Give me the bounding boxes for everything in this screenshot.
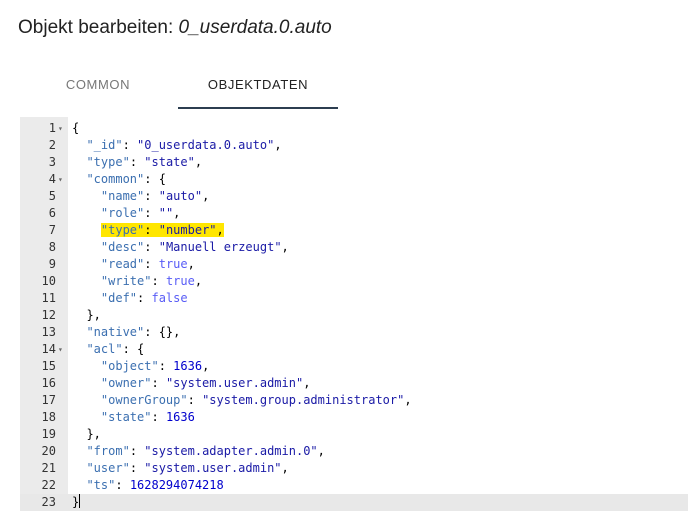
code-line[interactable]: 9 "read": true, [20,256,688,273]
code-line[interactable]: 14 ▾ "acl": { [20,341,688,358]
tab-common[interactable]: COMMON [20,66,176,108]
code-text: "read": true, [100,257,195,271]
dialog-title: Objekt bearbeiten: 0_userdata.0.auto [18,17,332,39]
code-line[interactable]: 4 ▾ "common": { [20,171,688,188]
active-tab-indicator [178,107,338,109]
code-line[interactable]: 3 "type": "state", [20,154,688,171]
code-line[interactable]: 21 "user": "system.user.admin", [20,460,688,477]
code-line[interactable]: 20 "from": "system.adapter.admin.0", [20,443,688,460]
code-text: "owner": "system.user.admin", [100,376,311,390]
fold-toggle-icon[interactable]: ▾ [58,120,67,137]
line-number: 8 [48,240,56,254]
tab-objektdaten[interactable]: OBJEKTDATEN [178,66,338,108]
code-line[interactable]: 18 "state": 1636 [20,409,688,426]
code-text: "desc": "Manuell erzeugt", [100,240,289,254]
code-line[interactable]: 13 "native": {}, [20,324,688,341]
line-number: 12 [41,308,56,322]
line-number: 7 [48,223,56,237]
line-number: 4 [48,172,56,186]
code-line[interactable]: 11 "def": false [20,290,688,307]
line-number: 5 [48,189,56,203]
line-number: 21 [41,461,56,475]
dialog-title-prefix: Objekt bearbeiten: [18,17,179,38]
code-text: "native": {}, [86,325,181,339]
code-line[interactable]: 16 "owner": "system.user.admin", [20,375,688,392]
code-line[interactable]: 19 }, [20,426,688,443]
code-text: "role": "", [100,206,181,220]
code-line[interactable]: 8 "desc": "Manuell erzeugt", [20,239,688,256]
code-line[interactable]: 5 "name": "auto", [20,188,688,205]
code-text: { [72,121,80,135]
code-text: "state": 1636 [100,410,195,424]
tab-bar: COMMON OBJEKTDATEN [20,66,680,110]
code-text: "acl": { [86,342,145,356]
code-line[interactable]: 6 "role": "", [20,205,688,222]
line-number: 16 [41,376,56,390]
code-text: }, [72,308,101,322]
text-cursor [79,494,81,508]
code-text: "type": "state", [86,155,203,169]
line-number: 13 [41,325,56,339]
fold-toggle-icon[interactable]: ▾ [58,341,67,358]
code-line[interactable]: 1 ▾ { [20,120,688,137]
code-text: "name": "auto", [100,189,210,203]
code-text: }, [72,427,101,441]
edit-object-dialog: Objekt bearbeiten: 0_userdata.0.auto COM… [0,0,696,516]
code-text: "user": "system.user.admin", [86,461,289,475]
line-number: 20 [41,444,56,458]
line-number: 9 [48,257,56,271]
line-number: 10 [41,274,56,288]
code-text: "write": true, [100,274,203,288]
json-code-editor[interactable]: 1 ▾{2 "_id": "0_userdata.0.auto", 3 "type"… [20,117,688,511]
highlighted-code: "type": "number", [100,223,224,237]
line-number: 22 [41,478,56,492]
line-number: 1 [48,121,56,135]
fold-toggle-icon[interactable]: ▾ [58,171,67,188]
code-line[interactable]: 12 }, [20,307,688,324]
line-number: 3 [48,155,56,169]
code-text: "object": 1636, [100,359,210,373]
code-line[interactable]: 23} [20,494,688,511]
line-number: 2 [48,138,56,152]
code-text: "ts": 1628294074218 [86,478,224,492]
line-number: 19 [41,427,56,441]
code-text: } [72,494,81,509]
line-number: 11 [41,291,56,305]
line-number: 6 [48,206,56,220]
code-line[interactable]: 17 "ownerGroup": "system.group.administr… [20,392,688,409]
code-line[interactable]: 2 "_id": "0_userdata.0.auto", [20,137,688,154]
code-line[interactable]: 22 "ts": 1628294074218 [20,477,688,494]
line-number: 17 [41,393,56,407]
line-number: 18 [41,410,56,424]
code-text: "ownerGroup": "system.group.administrato… [100,393,412,407]
code-line[interactable]: 15 "object": 1636, [20,358,688,375]
line-number: 15 [41,359,56,373]
code-line[interactable]: 7 "type": "number", [20,222,688,239]
code-text: "from": "system.adapter.admin.0", [86,444,325,458]
code-line[interactable]: 10 "write": true, [20,273,688,290]
line-number: 14 [41,342,56,356]
code-text: "def": false [100,291,188,305]
code-text: "_id": "0_userdata.0.auto", [86,138,282,152]
object-id: 0_userdata.0.auto [178,17,332,38]
code-text: "common": { [86,172,166,186]
line-number: 23 [41,495,56,509]
